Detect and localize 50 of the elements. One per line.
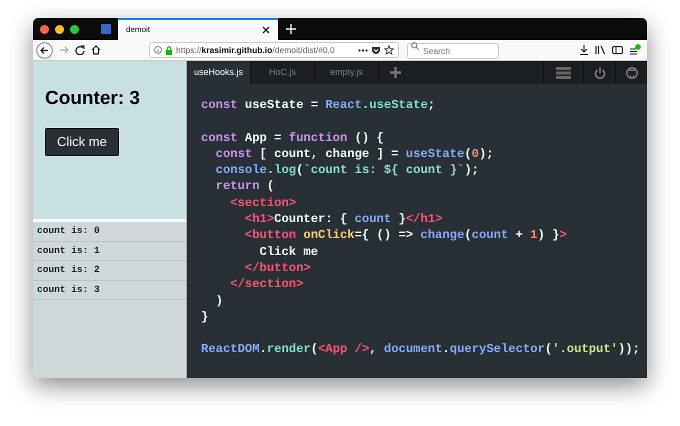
star-icon[interactable] bbox=[384, 45, 394, 55]
click-me-button[interactable]: Click me bbox=[45, 128, 119, 156]
log-entry: count is: 3 bbox=[33, 280, 186, 300]
log-entry: count is: 1 bbox=[33, 242, 186, 261]
new-tab-icon[interactable] bbox=[286, 24, 296, 34]
sidebar-icon[interactable] bbox=[612, 45, 623, 55]
lock-icon bbox=[165, 46, 173, 54]
code-line: <button onClick={ () => change(count + 1) }> bbox=[244, 228, 567, 242]
counter-heading: Counter: 3 bbox=[45, 87, 141, 111]
code-line: </button> bbox=[244, 260, 311, 275]
code-line: return ( bbox=[214, 179, 274, 194]
log-entry: count is: 0 bbox=[33, 222, 186, 242]
code-line: const useState = React.useState; bbox=[201, 98, 436, 112]
file-tab[interactable]: HoC.js bbox=[251, 61, 315, 84]
code-line: const [ count, change ] = useState(0); bbox=[214, 146, 494, 161]
file-tab[interactable]: empty.js bbox=[315, 61, 379, 84]
minimize-window-icon[interactable] bbox=[55, 24, 64, 34]
code-line: const App = function () { bbox=[201, 130, 384, 145]
code-line: console.log(`count is: ${ count }`); bbox=[214, 163, 479, 178]
back-icon[interactable] bbox=[36, 42, 53, 58]
code-line: ) bbox=[214, 294, 223, 308]
search-field[interactable]: Search bbox=[407, 43, 499, 59]
url-text: https://krasimir.github.io/demoit/dist/#0,0 bbox=[176, 44, 335, 56]
site-tab-icon[interactable] bbox=[100, 24, 110, 34]
layout-icon[interactable] bbox=[556, 66, 571, 78]
power-icon[interactable] bbox=[594, 66, 606, 78]
code-line: ReactDOM.render(<App />, document.querySelector('.output')); bbox=[201, 342, 640, 356]
download-icon[interactable] bbox=[579, 45, 589, 55]
code-line: </section> bbox=[229, 277, 304, 292]
github-icon[interactable] bbox=[626, 66, 638, 78]
pocket-icon[interactable] bbox=[371, 46, 381, 54]
log-entry: count is: 2 bbox=[33, 261, 186, 280]
reload-icon[interactable] bbox=[75, 45, 85, 55]
code-line: Click me bbox=[258, 244, 318, 259]
maximize-window-icon[interactable] bbox=[70, 24, 79, 34]
menu-icon[interactable] bbox=[629, 44, 641, 56]
code-line: } bbox=[201, 310, 208, 324]
add-file-icon[interactable] bbox=[390, 67, 400, 78]
info-icon[interactable] bbox=[154, 46, 162, 54]
library-icon[interactable] bbox=[595, 45, 606, 55]
code-line: <section> bbox=[229, 196, 296, 210]
more-icon[interactable] bbox=[358, 48, 368, 52]
search-icon bbox=[411, 42, 419, 50]
close-window-icon[interactable] bbox=[40, 24, 49, 34]
close-icon[interactable] bbox=[262, 26, 270, 34]
home-icon[interactable] bbox=[91, 45, 101, 55]
browser-tab[interactable]: demoit bbox=[118, 18, 278, 40]
file-tab[interactable]: useHooks.js bbox=[187, 61, 251, 84]
address-bar[interactable]: https://krasimir.github.io/demoit/dist/#0,0 bbox=[149, 42, 399, 58]
code-line: <h1>Counter: { count }</h1> bbox=[244, 212, 442, 226]
